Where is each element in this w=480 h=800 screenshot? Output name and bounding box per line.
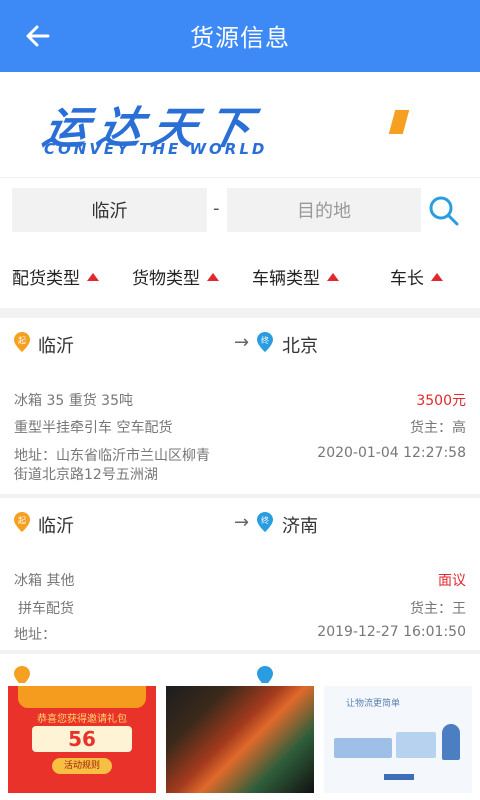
goods-info: 冰箱 35 重货 35吨 [14, 393, 133, 409]
address-line-1: 地址：山东省临沂市兰山区柳青 [14, 448, 210, 464]
filter-delivery-type[interactable]: 配货类型 [12, 264, 99, 289]
filter-label: 车辆类型 [252, 269, 320, 289]
route-search-bar: 临沂 - 目的地 [0, 178, 480, 242]
gift-box-lid [18, 686, 146, 708]
end-location-icon: 终 [257, 512, 273, 532]
vehicle-info: 重型半挂牵引车 空车配货 [14, 420, 173, 436]
ad-logistics[interactable]: 让物流更简单 [324, 686, 472, 793]
filter-label: 货物类型 [132, 269, 200, 289]
post-time: 2020-01-04 12:27:58 [317, 445, 466, 461]
cargo-card[interactable]: 起 临沂 → 终 北京 冰箱 35 重货 35吨 3500元 重型半挂牵引车 空… [0, 318, 480, 494]
end-badge: 终 [261, 335, 269, 345]
page-title: 货源信息 [190, 24, 290, 52]
owner: 货主：王 [410, 601, 466, 617]
brand-banner: 运达天下 CONVEY THE WORLD [0, 72, 480, 177]
logo-accent-mark [388, 110, 410, 134]
end-location-icon: 终 [257, 332, 273, 352]
dropdown-triangle-icon [327, 272, 339, 281]
origin-field[interactable]: 临沂 [12, 188, 207, 232]
route-arrow: → [234, 512, 250, 533]
cargo-card[interactable]: 起 临沂 → 终 济南 冰箱 其他 面议 拼车配货 货主：王 地址： 2019-… [0, 498, 480, 650]
filter-label: 车长 [390, 269, 424, 289]
destination-field[interactable]: 目的地 [227, 188, 421, 232]
destination-city: 济南 [282, 516, 318, 537]
route-arrow: → [234, 332, 250, 353]
end-badge: 终 [261, 515, 269, 525]
start-location-icon: 起 [14, 512, 30, 532]
brand-logo-english: CONVEY THE WORLD [44, 140, 268, 158]
filter-bar: 配货类型 货物类型 车辆类型 车长 [0, 242, 480, 308]
worker-illustration [442, 724, 460, 760]
ad-strip: 恭喜您获得邀请礼包 56 活动规则 让物流更简单 [0, 683, 480, 800]
boxes-illustration [396, 732, 436, 758]
search-icon[interactable] [428, 195, 460, 227]
filter-goods-type[interactable]: 货物类型 [132, 264, 219, 289]
filter-vehicle-length[interactable]: 车长 [390, 264, 443, 289]
dropdown-triangle-icon [431, 272, 443, 281]
ad1-rules-button[interactable]: 活动规则 [52, 758, 112, 774]
destination-city: 北京 [282, 336, 318, 357]
cargo-card-partial[interactable] [0, 654, 480, 686]
ad-abstract-image[interactable] [166, 686, 314, 793]
dropdown-triangle-icon [87, 272, 99, 281]
owner: 货主：高 [410, 420, 466, 436]
ad3-title: 让物流更简单 [346, 699, 401, 709]
top-app-bar: 货源信息 [0, 0, 480, 72]
filter-label: 配货类型 [12, 269, 80, 289]
vehicle-info: 拼车配货 [18, 601, 74, 617]
dropdown-triangle-icon [207, 272, 219, 281]
price: 3500元 [416, 393, 466, 409]
origin-city: 临沂 [38, 516, 74, 537]
goods-info: 冰箱 其他 [14, 573, 75, 589]
price: 面议 [438, 573, 466, 589]
address-line-2: 街道北京路12号五洲湖 [14, 467, 158, 483]
post-time: 2019-12-27 16:01:50 [317, 624, 466, 640]
ad1-amount: 56 [32, 726, 132, 752]
origin-city: 临沂 [38, 336, 74, 357]
filter-vehicle-type[interactable]: 车辆类型 [252, 264, 339, 289]
ad-invite-gift[interactable]: 恭喜您获得邀请礼包 56 活动规则 [8, 686, 156, 793]
truck-illustration [334, 738, 392, 758]
start-badge: 起 [18, 516, 26, 525]
route-separator: - [213, 198, 220, 219]
ad1-title: 恭喜您获得邀请礼包 [37, 714, 127, 725]
ad3-logo [384, 774, 414, 780]
start-location-icon: 起 [14, 332, 30, 352]
address-line-1: 地址： [14, 627, 56, 643]
start-badge: 起 [18, 336, 26, 345]
